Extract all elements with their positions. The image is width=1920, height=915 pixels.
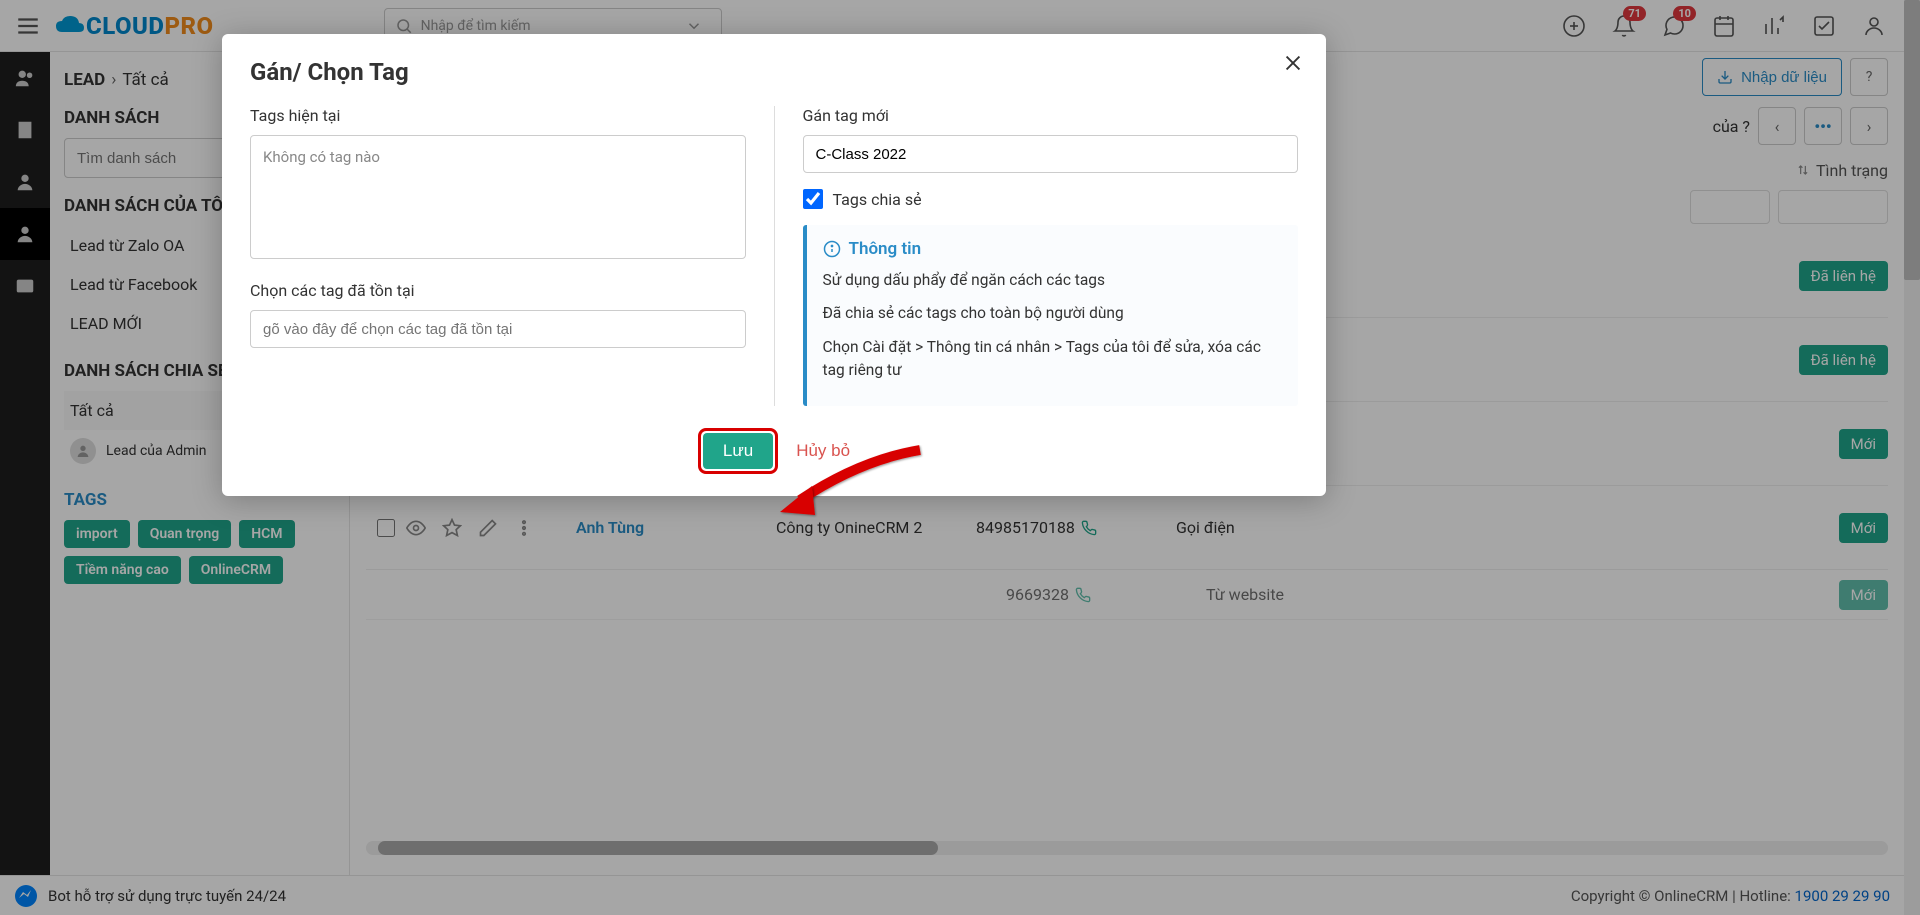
share-tags-label: Tags chia sẻ [833, 190, 922, 209]
current-tags-box[interactable]: Không có tag nào [250, 135, 746, 259]
info-line-2: Đã chia sẻ các tags cho toàn bộ người dù… [823, 302, 1283, 325]
modal-close-button[interactable] [1282, 52, 1304, 78]
new-tag-input[interactable] [803, 135, 1299, 173]
modal-footer: Lưu Hủy bỏ [250, 428, 1298, 474]
info-box: Thông tin Sử dụng dấu phẩy để ngăn cách … [803, 225, 1299, 406]
info-line-1: Sử dụng dấu phẩy để ngăn cách các tags [823, 269, 1283, 292]
cancel-button[interactable]: Hủy bỏ [796, 441, 850, 461]
save-button-highlight: Lưu [698, 428, 778, 474]
modal-title: Gán/ Chọn Tag [250, 58, 1298, 86]
tag-modal: Gán/ Chọn Tag Tags hiện tại Không có tag… [222, 34, 1326, 496]
info-line-3: Chọn Cài đặt > Thông tin cá nhân > Tags … [823, 336, 1283, 383]
share-tags-checkbox-row[interactable]: Tags chia sẻ [803, 189, 1299, 209]
new-tag-label: Gán tag mới [803, 106, 1299, 125]
close-icon [1282, 52, 1304, 74]
choose-existing-input[interactable] [250, 310, 746, 348]
choose-existing-label: Chọn các tag đã tồn tại [250, 281, 746, 300]
share-tags-checkbox[interactable] [803, 189, 823, 209]
current-tags-label: Tags hiện tại [250, 106, 746, 125]
save-button[interactable]: Lưu [703, 433, 773, 469]
info-icon [823, 240, 841, 258]
info-title: Thông tin [823, 239, 1283, 259]
